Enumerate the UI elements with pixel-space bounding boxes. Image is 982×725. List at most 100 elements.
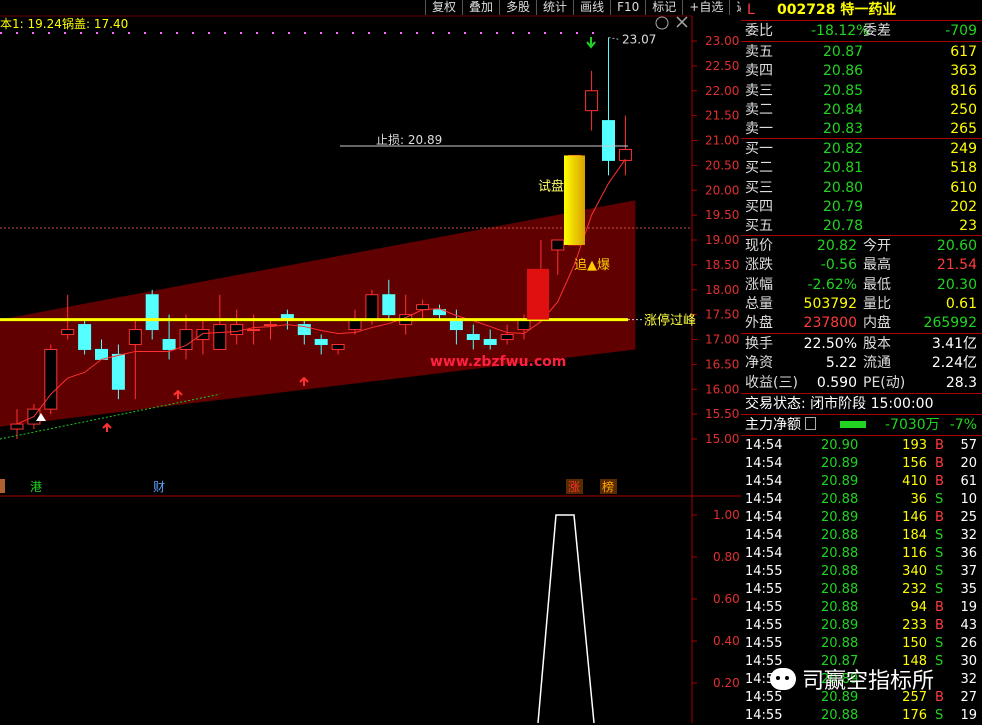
tick-row: 14:55 20.88 176 S 19 (745, 708, 977, 723)
toolbar-overlay-button[interactable]: 叠加 (462, 0, 499, 15)
stop-label: 止损: 20.89 (376, 133, 442, 147)
signal-bar-red (527, 268, 549, 320)
chart-toolbar: 复权 叠加 多股 统计 画线 F10 标记 +自选 返回 (425, 0, 766, 15)
event-marker[interactable]: 榜 (602, 479, 614, 494)
bid-row[interactable]: 买五 20.78 23 (745, 216, 981, 236)
ask-price: 20.84 (823, 101, 864, 118)
stock-code: 002728 (777, 2, 836, 18)
tick-row: 14:55 20.89 233 B 43 (745, 618, 977, 633)
quote-panel: L 002728 特一药业 委比 -18.12% 委差 -709 卖五 20.8… (741, 0, 982, 723)
burst-label: 追▲爆 (574, 257, 610, 273)
price-tick-label: 22.00 (705, 84, 739, 98)
close-icon[interactable] (676, 16, 688, 28)
stat-row: 总量 503792 量比 0.61 (745, 295, 977, 312)
ask-level-label: 卖二 (745, 101, 773, 118)
signal-line (537, 514, 595, 723)
sub-axis: 1.00 0.80 0.60 0.40 0.20 (692, 508, 740, 690)
ask-level-label: 卖三 (745, 82, 773, 99)
candle-body (61, 329, 75, 336)
pot-indicator: 锅盖: 17.40 (62, 16, 128, 31)
toolbar-draw-button[interactable]: 画线 (573, 0, 610, 15)
bid-row[interactable]: 买一 20.82 249 (745, 139, 981, 159)
bid-price: 20.80 (823, 179, 864, 196)
down-arrow-icon (586, 37, 596, 49)
bid-row[interactable]: 买二 20.81 518 (745, 158, 981, 178)
event-marker[interactable]: 港 (30, 480, 42, 494)
list-icon[interactable] (805, 417, 817, 430)
candle-body (500, 334, 514, 340)
kline-chart[interactable]: 23.00 22.50 22.00 21.50 21.00 20.50 20.00 19.50… (0, 0, 741, 723)
bid-row[interactable]: 买四 20.79 202 (745, 197, 981, 217)
candle-body (213, 324, 227, 350)
price-tick-label: 20.50 (705, 158, 739, 172)
price-tick-label: 18.50 (705, 258, 739, 272)
candle-body (331, 343, 345, 350)
ask-row[interactable]: 卖二 20.84 250 (745, 100, 981, 120)
price-tick-label: 19.00 (705, 233, 739, 247)
toolbar-stats-button[interactable]: 统计 (536, 0, 573, 15)
price-tick-label: 22.50 (705, 59, 739, 73)
stat-row: 净资 5.22 流通 2.24亿 (745, 355, 977, 372)
ask-row[interactable]: 卖三 20.85 816 (745, 81, 981, 101)
stat-row: 现价 20.82 今开 20.60 (745, 238, 977, 254)
ask-volume: 250 (950, 101, 977, 118)
candle-body (618, 148, 632, 161)
candle-body (551, 239, 565, 251)
bid-row[interactable]: 买三 20.80 610 (745, 178, 981, 198)
bid-level-label: 买五 (745, 218, 773, 235)
toolbar-mark-button[interactable]: 标记 (645, 0, 682, 15)
toolbar-add-watch-button[interactable]: +自选 (682, 0, 729, 15)
ask-price: 20.83 (823, 121, 864, 138)
ask-price: 20.85 (823, 82, 864, 99)
candle-body (145, 294, 159, 331)
bid-price: 20.78 (823, 218, 864, 235)
price-axis: 23.00 22.50 22.00 21.50 21.00 20.50 20.00 19.50… (692, 34, 739, 446)
ask-row[interactable]: 卖一 20.83 265 (745, 119, 981, 139)
ask-level-label: 卖一 (745, 121, 773, 138)
bid-price: 20.79 (823, 198, 864, 215)
watermark: 司赢空指标所 (770, 663, 934, 695)
stat-row: 外盘 237800 内盘 265992 (745, 315, 977, 332)
stock-name: 特一药业 (840, 2, 897, 18)
candle-body (365, 294, 379, 321)
toolbar-fuquan-button[interactable]: 复权 (425, 0, 462, 15)
price-tick-label: 21.50 (705, 109, 739, 123)
toolbar-f10-button[interactable]: F10 (610, 0, 645, 15)
ask-level-label: 卖五 (745, 44, 773, 60)
tick-row: 14:54 20.89 156 B 20 (745, 456, 977, 471)
ask-row[interactable]: 卖五 20.87 617 (745, 42, 981, 62)
ask-volume: 816 (950, 82, 977, 99)
tick-row: 14:54 20.89 410 B 61 (745, 474, 977, 489)
ask-price: 20.86 (823, 63, 864, 80)
weibi-row: 委比 -18.12% 委差 -709 (745, 23, 977, 39)
signal-bar-yellow (564, 155, 585, 245)
try-label: 试盘 (538, 178, 564, 194)
main-net-bar (840, 421, 866, 428)
candle-body (264, 324, 277, 327)
ask-volume: 265 (950, 121, 977, 138)
event-marker[interactable]: 涨 (568, 479, 580, 494)
sub-tick-label: 0.80 (713, 550, 740, 564)
sub-tick-label: 0.20 (713, 676, 740, 690)
ask-row[interactable]: 卖四 20.86 363 (745, 61, 981, 81)
settings-icon[interactable] (655, 16, 669, 30)
sub-tick-label: 1.00 (713, 508, 740, 522)
market-flag: L (747, 2, 755, 18)
candle-body (314, 339, 328, 345)
ask-volume: 363 (950, 63, 977, 80)
tick-row: 14:54 20.90 193 B 57 (745, 438, 977, 453)
toolbar-multi-button[interactable]: 多股 (499, 0, 536, 15)
candle-body (247, 329, 261, 332)
price-tick-label: 15.50 (705, 407, 739, 421)
stock-title: 002728 特一药业 (777, 0, 896, 20)
bid-price: 20.82 (823, 141, 864, 157)
bid-price: 20.81 (823, 160, 864, 177)
high-price-label: 23.07 (622, 33, 656, 47)
bid-volume: 610 (950, 179, 977, 196)
candle-body (230, 324, 244, 336)
candle-body (466, 334, 480, 340)
candle-body (162, 339, 176, 350)
stat-row: 涨幅 -2.62% 最低 20.30 (745, 276, 977, 293)
event-marker[interactable]: 财 (153, 480, 165, 494)
stat-row: 收益(三) 0.590 PE(动) 28.3 (745, 374, 977, 391)
